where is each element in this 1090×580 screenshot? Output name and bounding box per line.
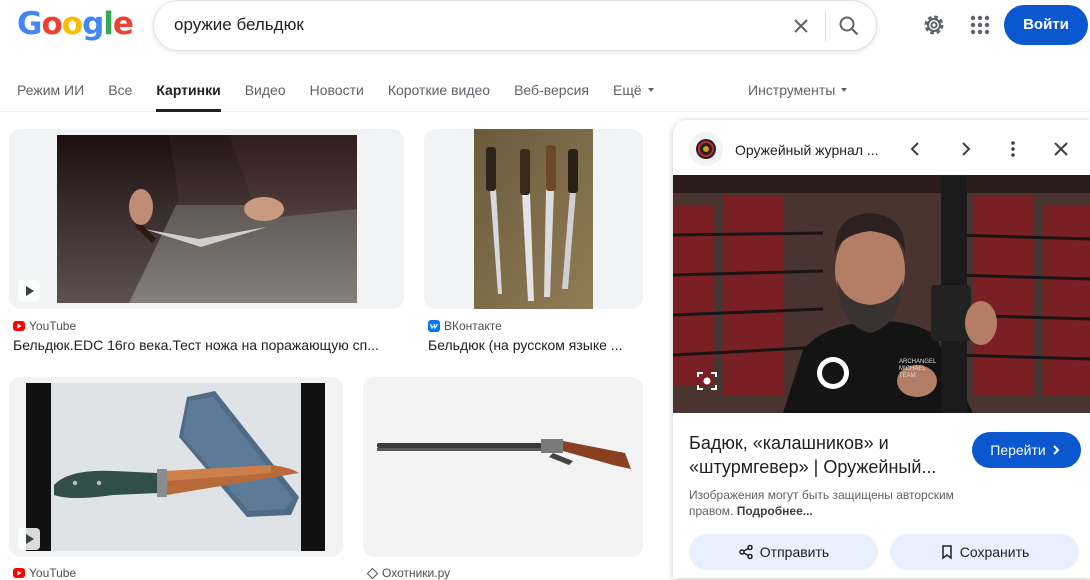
site-favicon[interactable] [689, 132, 723, 166]
source-name: YouTube [29, 319, 77, 333]
preview-photo [673, 175, 1090, 413]
site-name[interactable]: Оружейный журнал ... [735, 142, 879, 158]
youtube-icon [13, 321, 25, 331]
chevron-left-icon[interactable] [905, 138, 927, 160]
header: Google Войти Режим ИИ Все Картинки Видео… [0, 0, 1090, 112]
save-label: Сохранить [959, 544, 1030, 560]
shirt-text-line: ARCHANGEL [899, 359, 937, 365]
copyright-text: Изображения могут быть защищены авторски… [689, 488, 954, 518]
divider [825, 11, 826, 41]
play-icon [18, 528, 40, 550]
site-icon [367, 567, 378, 579]
copyright-notice: Изображения могут быть защищены авторски… [689, 487, 971, 519]
vk-icon [428, 320, 440, 332]
preview-image[interactable]: ARCHANGEL MICHAEL TEAM [673, 175, 1090, 413]
share-button[interactable]: Отправить [689, 534, 878, 570]
chevron-right-icon[interactable] [954, 138, 976, 160]
image-preview-panel: Оружейный журнал ... ARCHANGEL MICHAEL T… [673, 120, 1090, 578]
google-logo[interactable]: Google [17, 6, 134, 42]
share-icon [739, 544, 753, 560]
tab-more-label: Ещё [612, 82, 642, 98]
thumbnail-image [363, 377, 643, 557]
result-thumbnail[interactable] [363, 377, 643, 557]
source-name: ВКонтакте [444, 319, 502, 333]
youtube-icon [13, 568, 25, 578]
apps-grid-icon[interactable] [968, 13, 992, 37]
tab-short-videos[interactable]: Короткие видео [388, 82, 490, 112]
search-input[interactable] [174, 15, 754, 35]
tools-label: Инструменты [748, 82, 836, 98]
close-icon[interactable] [1050, 138, 1072, 160]
tab-images[interactable]: Картинки [156, 82, 222, 112]
result-thumbnail[interactable] [9, 377, 343, 557]
thumbnail-image [9, 129, 404, 309]
caret-down-icon [647, 88, 654, 92]
tab-ai-mode[interactable]: Режим ИИ [17, 82, 84, 112]
result-source[interactable]: YouTube [13, 319, 76, 333]
signin-button[interactable]: Войти [1004, 5, 1088, 45]
result-thumbnail[interactable] [424, 129, 643, 309]
more-vert-icon[interactable] [1002, 138, 1024, 160]
search-icon[interactable] [837, 14, 861, 38]
search-box [153, 0, 877, 51]
shirt-text-line: TEAM [899, 373, 916, 379]
tab-news[interactable]: Новости [310, 82, 364, 112]
shirt-print: ARCHANGEL MICHAEL TEAM [899, 359, 951, 380]
thumbnail-image [474, 129, 593, 309]
clear-icon[interactable] [789, 14, 813, 38]
chevron-right-icon [1053, 445, 1060, 455]
visit-label: Перейти [990, 442, 1046, 458]
play-icon [18, 280, 40, 302]
search-tabs: Режим ИИ Все Картинки Видео Новости Коро… [17, 82, 678, 112]
caret-down-icon [841, 88, 848, 92]
visit-button[interactable]: Перейти [972, 432, 1081, 468]
preview-title-line: Бадюк, «калашников» и [689, 433, 889, 453]
tools-button[interactable]: Инструменты [748, 82, 848, 98]
tab-video[interactable]: Видео [245, 82, 286, 112]
lens-search-icon[interactable] [695, 369, 719, 393]
result-thumbnail[interactable] [9, 129, 404, 309]
result-title[interactable]: Бельдюк.EDC 16го века.Тест ножа на пораж… [13, 337, 401, 353]
share-label: Отправить [759, 544, 830, 560]
more-link[interactable]: Подробнее... [737, 504, 813, 518]
bookmark-icon [941, 545, 952, 560]
tab-more[interactable]: Ещё [613, 82, 654, 112]
tab-all[interactable]: Все [108, 82, 132, 112]
preview-title[interactable]: Бадюк, «калашников» и «штурмгевер» | Ору… [689, 431, 957, 479]
result-title[interactable]: Бельдюк (на русском языке ... [428, 337, 640, 353]
shirt-text-line: MICHAEL [899, 366, 926, 372]
preview-title-line: «штурмгевер» | Оружейный... [689, 457, 937, 477]
thumbnail-image [9, 377, 343, 557]
settings-gear-icon[interactable] [922, 13, 946, 37]
result-source[interactable]: ВКонтакте [428, 319, 502, 333]
save-button[interactable]: Сохранить [890, 534, 1079, 570]
tab-web[interactable]: Веб-версия [514, 82, 589, 112]
